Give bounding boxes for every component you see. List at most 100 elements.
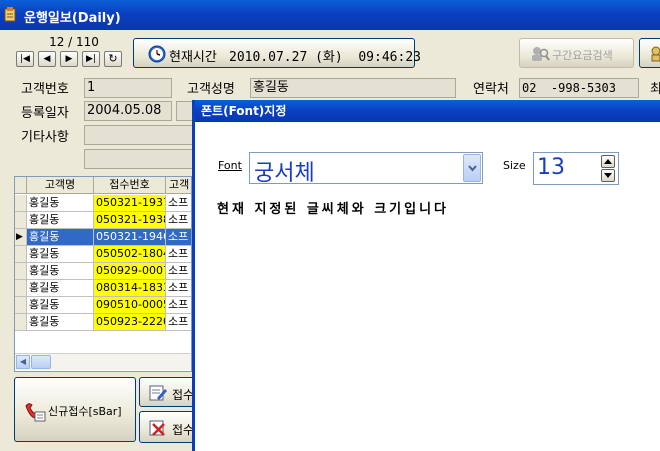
font-dialog-title: 폰트(Font)지정 <box>195 100 660 122</box>
record-counter: 12 / 110 <box>49 35 99 49</box>
font-select-value: 궁서체 <box>254 161 315 186</box>
receipt-grid[interactable]: 고객명 접수번호 고객 홍길동 050321-1937 소프 홍길동 050321-19… <box>14 176 192 372</box>
nav-first-button[interactable]: |◀ <box>16 51 34 67</box>
size-value: 13 <box>537 155 565 180</box>
arrow-up-icon <box>604 159 612 164</box>
row-header[interactable] <box>15 297 27 314</box>
font-dialog: 폰트(Font)지정 Font 궁서체 Size 13 현재 지정된 글씨체와 … <box>192 100 660 451</box>
size-up-button[interactable] <box>601 155 615 168</box>
table-row[interactable]: 홍길동 050929-0007 소프 <box>15 263 191 280</box>
scroll-thumb[interactable] <box>31 355 51 369</box>
cell-customer[interactable]: 소프 <box>166 246 191 263</box>
arrow-down-icon <box>604 173 612 178</box>
scroll-left-icon[interactable]: ◀ <box>16 355 30 369</box>
cell-customer-name[interactable]: 홍길동 <box>27 280 94 297</box>
nav-last-button[interactable]: ▶| <box>82 51 100 67</box>
table-row[interactable]: 홍길동 050321-1937 소프 <box>15 195 191 212</box>
size-down-button[interactable] <box>601 169 615 182</box>
grid-header-receipt[interactable]: 접수번호 <box>94 177 166 194</box>
receipt-button-1[interactable]: 접수 <box>139 377 199 407</box>
edit-document-icon <box>149 385 167 401</box>
row-header[interactable] <box>15 280 27 297</box>
phone-field[interactable]: 02 -998-5303 <box>519 78 639 98</box>
window-titlebar: 운행일보(Daily) <box>0 0 660 30</box>
grid-hscrollbar[interactable]: ◀ <box>15 353 191 370</box>
extra-label: 최 <box>650 82 660 97</box>
cell-customer-name[interactable]: 홍길동 <box>27 297 94 314</box>
cell-receipt-number[interactable]: 050321-1946 <box>94 229 166 246</box>
window-title: 운행일보(Daily) <box>24 11 121 26</box>
row-indicator-icon[interactable]: ▶ <box>15 229 27 246</box>
grid-header-customer[interactable]: 고객 <box>166 177 191 194</box>
customer-number-field[interactable]: 1 <box>84 78 172 98</box>
partial-toolbar-button[interactable] <box>639 38 660 68</box>
cell-customer[interactable]: 소프 <box>166 195 191 212</box>
grid-header-name[interactable]: 고객명 <box>27 177 94 194</box>
notes-field-1[interactable] <box>84 125 196 145</box>
customer-name-label: 고객성명 <box>187 82 235 97</box>
table-row[interactable]: 홍길동 050923-2220 소프 <box>15 314 191 331</box>
nav-next-button[interactable]: ▶ <box>60 51 78 67</box>
regdate-field[interactable]: 2004.05.08 <box>84 101 172 121</box>
cell-customer[interactable]: 소프 <box>166 314 191 331</box>
cell-receipt-number[interactable]: 050321-1938 <box>94 212 166 229</box>
receipt-button-1-label: 접수 <box>172 388 195 402</box>
size-spinner[interactable]: 13 <box>533 152 619 185</box>
cell-receipt-number[interactable]: 050502-1804 <box>94 246 166 263</box>
notes-label: 기타사항 <box>21 130 69 145</box>
row-header[interactable] <box>15 246 27 263</box>
clock-icon <box>148 45 166 63</box>
cell-customer-name[interactable]: 홍길동 <box>27 212 94 229</box>
cell-customer[interactable]: 소프 <box>166 297 191 314</box>
table-row[interactable]: 홍길동 050502-1804 소프 <box>15 246 191 263</box>
font-select-dropdown-button[interactable] <box>463 154 481 182</box>
cell-customer[interactable]: 소프 <box>166 212 191 229</box>
cell-customer-name[interactable]: 홍길동 <box>27 246 94 263</box>
current-time-label: 현재시간 <box>169 50 217 65</box>
cell-receipt-number[interactable]: 080314-1833 <box>94 280 166 297</box>
tool-icon <box>651 46 660 62</box>
nav-prev-button[interactable]: ◀ <box>38 51 56 67</box>
row-header[interactable] <box>15 212 27 229</box>
phone-label: 연락처 <box>473 82 509 97</box>
app-icon <box>4 7 16 22</box>
font-dialog-body: Font 궁서체 Size 13 현재 지정된 글씨체와 크기입니다 <box>195 122 660 451</box>
cell-customer[interactable]: 소프 <box>166 229 191 246</box>
cell-customer-name[interactable]: 홍길동 <box>27 195 94 212</box>
table-row[interactable]: 홍길동 090510-0005 소프 <box>15 297 191 314</box>
font-select[interactable]: 궁서체 <box>249 152 483 186</box>
new-receipt-label: 신규접수[sBar] <box>48 405 122 418</box>
customer-number-label: 고객번호 <box>21 82 69 97</box>
nav-refresh-button[interactable]: ↻ <box>104 51 122 67</box>
delete-document-icon <box>149 420 165 436</box>
cell-receipt-number[interactable]: 050923-2220 <box>94 314 166 331</box>
receipt-button-2[interactable]: 접수 <box>139 411 199 443</box>
customer-name-field[interactable]: 홍길동 <box>250 78 456 98</box>
search-people-icon <box>532 47 550 61</box>
cell-receipt-number[interactable]: 050929-0007 <box>94 263 166 280</box>
cell-receipt-number[interactable]: 050321-1937 <box>94 195 166 212</box>
table-row[interactable]: ▶ 홍길동 050321-1946 소프 <box>15 229 191 246</box>
phone-add-icon <box>25 403 46 422</box>
current-time-button[interactable]: 현재시간 2010.07.27 (화) 09:46:23 <box>133 38 421 68</box>
fare-search-label: 구간요금검색 <box>552 49 613 62</box>
cell-customer[interactable]: 소프 <box>166 280 191 297</box>
receipt-button-2-label: 접수 <box>172 423 195 437</box>
current-time-value: 2010.07.27 (화) 09:46:23 <box>229 50 421 65</box>
notes-field-2[interactable] <box>84 149 196 169</box>
table-row[interactable]: 홍길동 080314-1833 소프 <box>15 280 191 297</box>
row-header[interactable] <box>15 314 27 331</box>
table-row[interactable]: 홍길동 050321-1938 소프 <box>15 212 191 229</box>
cell-customer-name[interactable]: 홍길동 <box>27 263 94 280</box>
new-receipt-button[interactable]: 신규접수[sBar] <box>14 377 136 442</box>
cell-customer-name[interactable]: 홍길동 <box>27 229 94 246</box>
fare-search-button[interactable]: 구간요금검색 <box>519 38 634 68</box>
cell-receipt-number[interactable]: 090510-0005 <box>94 297 166 314</box>
grid-corner <box>15 177 27 194</box>
cell-customer-name[interactable]: 홍길동 <box>27 314 94 331</box>
regdate-label: 등록일자 <box>21 106 69 121</box>
cell-customer[interactable]: 소프 <box>166 263 191 280</box>
row-header[interactable] <box>15 195 27 212</box>
row-header[interactable] <box>15 263 27 280</box>
font-preview-text: 현재 지정된 글씨체와 크기입니다 <box>217 202 450 217</box>
